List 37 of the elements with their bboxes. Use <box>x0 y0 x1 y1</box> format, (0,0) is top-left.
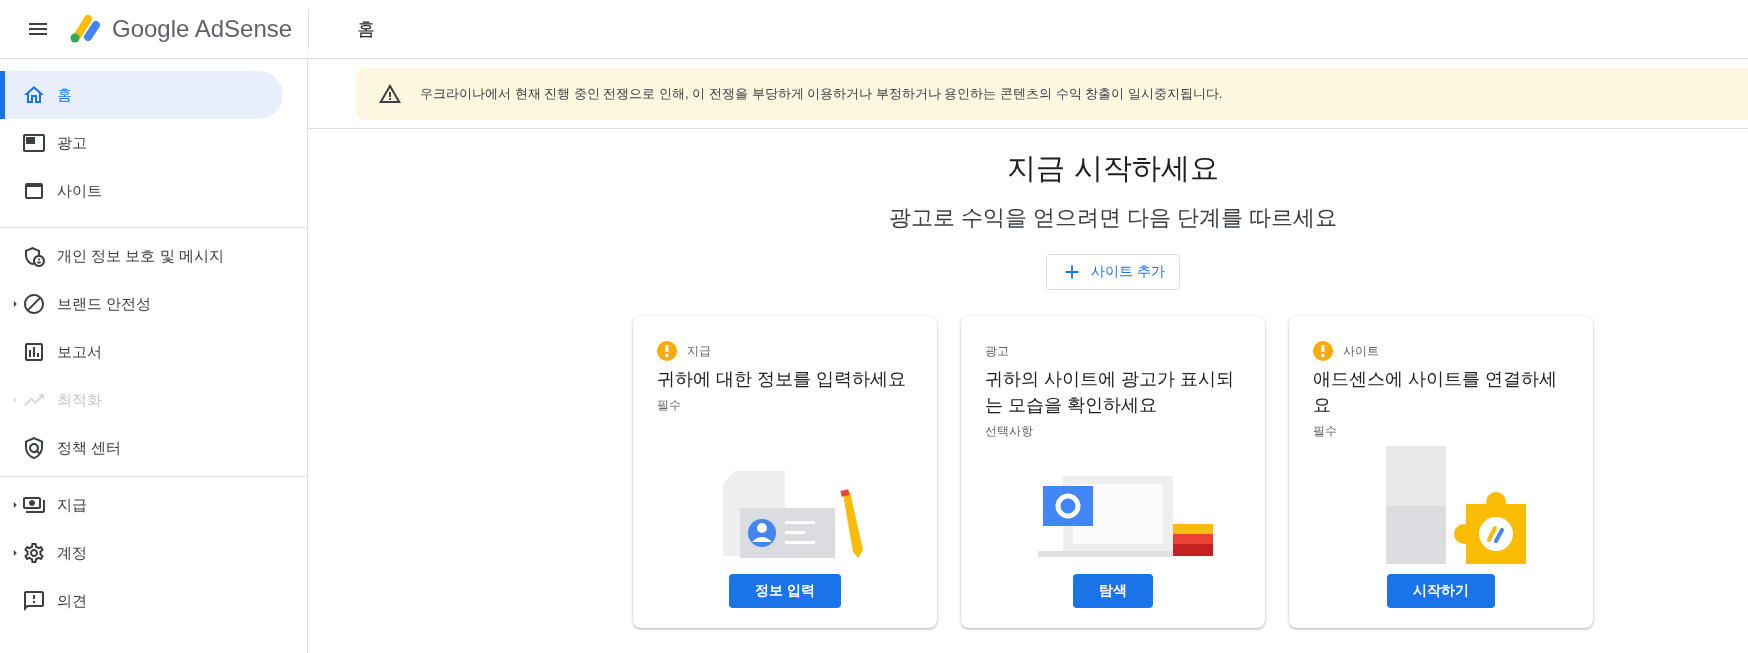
alert-icon <box>1313 340 1333 361</box>
ad-frame-icon <box>22 131 46 155</box>
main-title: 지금 시작하세요 <box>1007 151 1219 186</box>
card-category: 지급 <box>687 342 711 360</box>
block-icon <box>22 292 46 316</box>
card-category: 광고 <box>985 342 1009 360</box>
card-requirement: 선택사항 <box>985 422 1034 440</box>
card-action-button[interactable]: 정보 입력 <box>729 573 841 608</box>
sidebar-item[interactable]: 브랜드 안전성 <box>0 280 283 328</box>
card-requirement: 필수 <box>657 396 682 414</box>
card-category: 사이트 <box>1343 342 1379 360</box>
card-requirement: 필수 <box>1313 422 1338 440</box>
add-site-button[interactable]: 사이트 추가 <box>1046 253 1180 290</box>
sidebar-item[interactable]: 개인 정보 보호 및 메시지 <box>0 232 283 280</box>
sidebar-item[interactable]: 계정 <box>0 529 283 577</box>
sidebar-item[interactable]: 정책 센터 <box>0 424 283 472</box>
shield-search-icon <box>22 436 46 460</box>
card-title: 귀하의 사이트에 광고가 표시되는 모습을 확인하세요 <box>985 367 1235 417</box>
card-action-button[interactable]: 시작하기 <box>1387 573 1495 608</box>
banner-text: 우크라이나에서 현재 진행 중인 전쟁으로 인해, 이 전쟁을 부당하게 이용하거나 부정하거나 용인하는 콘텐츠의 수익 창출이 일시중지됩니다. <box>420 84 1223 103</box>
product-name: Google AdSense <box>112 14 293 44</box>
card-action-button[interactable]: 탐색 <box>1073 573 1153 608</box>
feedback-icon <box>22 589 46 613</box>
card-title: 귀하에 대한 정보를 입력하세요 <box>657 367 907 391</box>
sidebar-item[interactable]: 보고서 <box>0 328 283 376</box>
settings-icon <box>22 541 46 565</box>
person-shield-icon <box>22 244 46 268</box>
page-title: 홈 <box>357 17 375 41</box>
sidebar-item[interactable]: 사이트 <box>0 167 283 215</box>
main-subtitle: 광고로 수익을 얻으려면 다음 단계를 따르세요 <box>888 203 1338 232</box>
sidebar-item[interactable]: 광고 <box>0 119 283 167</box>
alert-icon <box>657 340 677 361</box>
bar-chart-icon <box>22 340 46 364</box>
sidebar-item[interactable]: 홈 <box>0 71 283 119</box>
sidebar-item[interactable]: 지급 <box>0 481 283 529</box>
card-title: 애드센스에 사이트를 연결하세요 <box>1313 367 1558 417</box>
sidebar-item[interactable]: 의견 <box>0 577 283 625</box>
